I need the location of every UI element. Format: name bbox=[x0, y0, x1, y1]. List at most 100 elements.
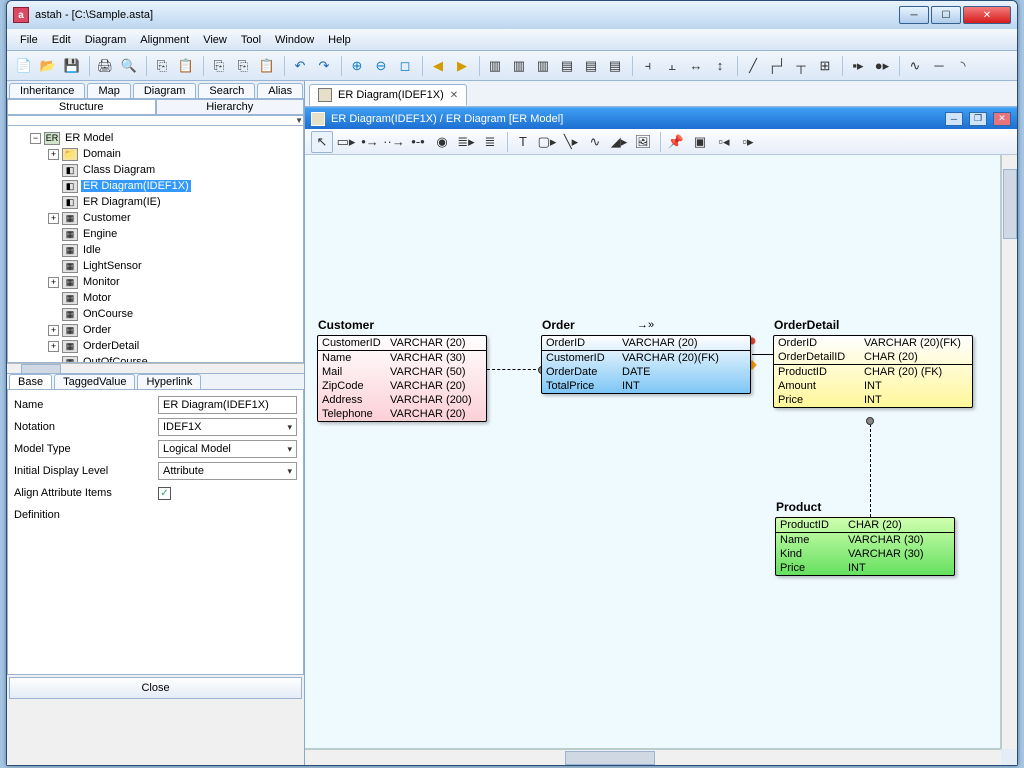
entity-customer[interactable]: Customer CustomerIDVARCHAR (20)NameVARCH… bbox=[317, 335, 487, 422]
pin-icon[interactable]: 📌 bbox=[665, 131, 687, 153]
tree-item[interactable]: ◧ER Diagram(IE) bbox=[10, 194, 301, 210]
preview-icon[interactable]: 🔍 bbox=[118, 55, 140, 77]
style1-icon[interactable]: ▪▸ bbox=[847, 55, 869, 77]
tab-alias[interactable]: Alias bbox=[257, 83, 303, 98]
rel-detail-product[interactable] bbox=[870, 419, 871, 517]
er-canvas[interactable]: →» Customer CustomerIDVARCHAR (20)NameVA… bbox=[305, 155, 1001, 749]
highlight-icon[interactable]: ◢▸ bbox=[608, 131, 630, 153]
menu-alignment[interactable]: Alignment bbox=[133, 32, 196, 48]
line-icon[interactable]: ─ bbox=[928, 55, 950, 77]
open-icon[interactable]: 📂 bbox=[37, 55, 59, 77]
tree-icon[interactable]: ┬ bbox=[790, 55, 812, 77]
tree-item[interactable]: ▦Idle bbox=[10, 242, 301, 258]
curve-icon[interactable]: ◝ bbox=[952, 55, 974, 77]
dist-h-icon[interactable]: ⫞ bbox=[637, 55, 659, 77]
dropdown-handle[interactable]: ▼ bbox=[7, 115, 304, 125]
mdi-restore[interactable]: ❐ bbox=[969, 112, 987, 126]
nav-back-icon[interactable]: ◀ bbox=[427, 55, 449, 77]
doc-tab[interactable]: ER Diagram(IDEF1X) ✕ bbox=[309, 84, 467, 106]
canvas-hscroll[interactable] bbox=[305, 749, 1001, 765]
tree-item[interactable]: +▦OrderDetail bbox=[10, 338, 301, 354]
tab-structure[interactable]: Structure bbox=[7, 99, 156, 115]
tab-inheritance[interactable]: Inheritance bbox=[9, 83, 85, 98]
relation1-icon[interactable]: ╱ bbox=[742, 55, 764, 77]
tab-search[interactable]: Search bbox=[198, 83, 255, 98]
zoom-out-icon[interactable]: ⊖ bbox=[370, 55, 392, 77]
rel-customer-order[interactable] bbox=[487, 369, 541, 370]
structure-tree[interactable]: −ER ER Model +📁 Domain ◧Class Diagram◧ER… bbox=[7, 125, 304, 363]
rel3-icon[interactable]: •-• bbox=[407, 131, 429, 153]
align-bottom-icon[interactable]: ▤ bbox=[604, 55, 626, 77]
rect-icon[interactable]: ▢▸ bbox=[536, 131, 558, 153]
tree-item[interactable]: ◧ER Diagram(IDEF1X) bbox=[10, 178, 301, 194]
copy-icon[interactable]: ⎘ bbox=[151, 55, 173, 77]
nav-fwd-icon[interactable]: ▶ bbox=[451, 55, 473, 77]
line2-icon[interactable]: ╲▸ bbox=[560, 131, 582, 153]
idl-combo[interactable]: Attribute bbox=[158, 462, 297, 480]
rel-order-detail[interactable] bbox=[752, 354, 773, 355]
tree-item[interactable]: +▦Order bbox=[10, 322, 301, 338]
entity-product[interactable]: Product ProductIDCHAR (20)NameVARCHAR (3… bbox=[775, 517, 955, 576]
notation-combo[interactable]: IDEF1X bbox=[158, 418, 297, 436]
align-middle-icon[interactable]: ▤ bbox=[580, 55, 602, 77]
attr-icon[interactable]: ≣▸ bbox=[455, 131, 477, 153]
save-icon[interactable]: 💾 bbox=[61, 55, 83, 77]
model-type-combo[interactable]: Logical Model bbox=[158, 440, 297, 458]
name-field[interactable]: ER Diagram(IDEF1X) bbox=[158, 396, 297, 414]
menu-file[interactable]: File bbox=[13, 32, 45, 48]
tree-item[interactable]: ▦OnCourse bbox=[10, 306, 301, 322]
mini2-icon[interactable]: ▫▸ bbox=[737, 131, 759, 153]
align-checkbox[interactable]: ✓ bbox=[158, 487, 171, 500]
rel2-icon[interactable]: ··→ bbox=[383, 131, 405, 153]
zoom-fit-icon[interactable]: ◻ bbox=[394, 55, 416, 77]
tree-item[interactable]: ▦OutOfCourse bbox=[10, 354, 301, 363]
menu-tool[interactable]: Tool bbox=[234, 32, 268, 48]
tree-item[interactable]: +▦Monitor bbox=[10, 274, 301, 290]
align-top-icon[interactable]: ▤ bbox=[556, 55, 578, 77]
tree-root[interactable]: −ER ER Model bbox=[10, 130, 301, 146]
size-w-icon[interactable]: ↔ bbox=[685, 55, 707, 77]
entity-order[interactable]: Order OrderIDVARCHAR (20)CustomerIDVARCH… bbox=[541, 335, 751, 394]
text-icon[interactable]: T bbox=[512, 131, 534, 153]
tree-item[interactable]: ◧Class Diagram bbox=[10, 162, 301, 178]
entity-orderdetail[interactable]: OrderDetail OrderIDVARCHAR (20)(FK)Order… bbox=[773, 335, 973, 408]
mini1-icon[interactable]: ▫◂ bbox=[713, 131, 735, 153]
lock-icon[interactable]: ▣ bbox=[689, 131, 711, 153]
menu-view[interactable]: View bbox=[196, 32, 234, 48]
subtype-icon[interactable]: ◉ bbox=[431, 131, 453, 153]
copy3-icon[interactable]: ⎘ bbox=[232, 55, 254, 77]
tree-domain[interactable]: +📁 Domain bbox=[10, 146, 301, 162]
dist-v-icon[interactable]: ⫠ bbox=[661, 55, 683, 77]
relation2-icon[interactable]: ┌┘ bbox=[766, 55, 788, 77]
undo-icon[interactable]: ↶ bbox=[289, 55, 311, 77]
tab-base[interactable]: Base bbox=[9, 374, 52, 389]
tab-taggedvalue[interactable]: TaggedValue bbox=[54, 374, 135, 389]
print-icon[interactable]: 🖨 bbox=[94, 55, 116, 77]
redo-icon[interactable]: ↷ bbox=[313, 55, 335, 77]
tree-hscroll[interactable] bbox=[7, 363, 304, 373]
rel1-icon[interactable]: •→ bbox=[359, 131, 381, 153]
menu-diagram[interactable]: Diagram bbox=[78, 32, 134, 48]
tree-item[interactable]: ▦LightSensor bbox=[10, 258, 301, 274]
zoom-in-icon[interactable]: ⊕ bbox=[346, 55, 368, 77]
size-h-icon[interactable]: ↕ bbox=[709, 55, 731, 77]
paste2-icon[interactable]: 📋 bbox=[256, 55, 278, 77]
close-button[interactable]: ✕ bbox=[963, 6, 1011, 24]
new-icon[interactable]: 📄 bbox=[13, 55, 35, 77]
canvas-vscroll[interactable] bbox=[1001, 155, 1017, 749]
tab-map[interactable]: Map bbox=[87, 83, 130, 98]
align-left-icon[interactable]: ▥ bbox=[484, 55, 506, 77]
close-tab-icon[interactable]: ✕ bbox=[450, 90, 458, 101]
style2-icon[interactable]: ●▸ bbox=[871, 55, 893, 77]
tree-item[interactable]: ▦Motor bbox=[10, 290, 301, 306]
tab-hierarchy[interactable]: Hierarchy bbox=[156, 99, 305, 115]
layout-icon[interactable]: ⊞ bbox=[814, 55, 836, 77]
menu-window[interactable]: Window bbox=[268, 32, 321, 48]
tree-item[interactable]: +▦Customer bbox=[10, 210, 301, 226]
tab-diagram[interactable]: Diagram bbox=[133, 83, 197, 98]
paste-icon[interactable]: 📋 bbox=[175, 55, 197, 77]
align-center-icon[interactable]: ▥ bbox=[508, 55, 530, 77]
image-icon[interactable]: 🖼 bbox=[632, 131, 654, 153]
freehand-icon[interactable]: ∿ bbox=[584, 131, 606, 153]
maximize-button[interactable]: ☐ bbox=[931, 6, 961, 24]
